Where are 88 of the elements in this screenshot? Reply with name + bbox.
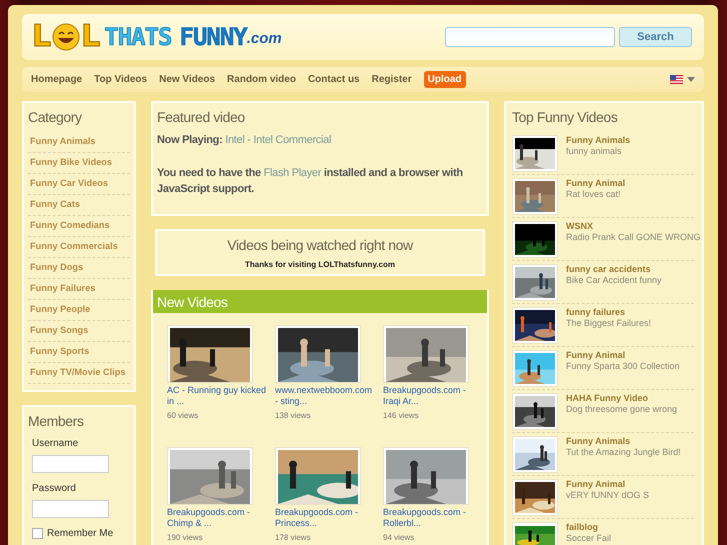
category-link[interactable]: Funny Animal (566, 178, 626, 189)
password-field[interactable] (32, 500, 109, 518)
nav-link[interactable]: Homepage (31, 72, 82, 87)
category-link[interactable]: Funny Comedians (28, 216, 130, 237)
logo-text: THATS (104, 25, 172, 49)
section-header: New Videos (153, 290, 487, 313)
video-title: vERY fUNNY dOG S (566, 490, 650, 501)
nav-link[interactable]: Contact us (308, 72, 360, 87)
view-count: 138 views (275, 410, 312, 422)
now-playing-text: Now Playing: Intel - Intel Commercial (157, 133, 332, 148)
field-label: Password (32, 482, 77, 496)
video-title: The Biggest Failures! (566, 318, 652, 329)
video-title[interactable]: Breakupgoods.com - Chimp & ... (167, 507, 267, 529)
flash-notice: You need to have the Flash Player installed and a browser with JavaScript support. (157, 166, 464, 196)
video-thumbnail[interactable] (512, 221, 558, 258)
video-title: Bike Car Accident funny (566, 275, 662, 286)
nav-link[interactable]: Random video (227, 72, 296, 87)
field-label: Username (32, 437, 80, 451)
video-title: Tut the Amazing Jungle Bird! (566, 447, 681, 458)
checkbox[interactable] (32, 528, 43, 539)
panel-title: Top Funny Videos (512, 108, 618, 127)
video-thumbnail[interactable] (512, 393, 558, 430)
category-link[interactable]: Funny Songs (28, 321, 130, 342)
category-link[interactable]: Funny TV/Movie Clips (28, 363, 130, 384)
logo-letter: L (81, 22, 100, 52)
video-title[interactable]: Breakupgoods.com - Princess... (275, 507, 375, 529)
flag-icon[interactable] (670, 75, 683, 84)
video-thumbnail[interactable] (512, 350, 558, 387)
nav-link[interactable]: Top Videos (94, 72, 148, 87)
smiley-icon (51, 22, 82, 52)
video-title: Dog threesome gone wrong (566, 404, 678, 415)
video-title: Radio Prank Call GONE WRONG (566, 232, 701, 243)
category-link[interactable]: Funny Cats (28, 195, 130, 216)
thanks-text: Thanks for visiting LOLThatsfunny.com (244, 259, 396, 271)
category-link[interactable]: Funny Animals (566, 135, 630, 146)
category-link[interactable]: funny car accidents (566, 264, 662, 275)
video-thumbnail[interactable] (512, 479, 558, 516)
logo-domain: .com (246, 30, 282, 48)
panel-title: Videos being watched right now (226, 236, 414, 255)
view-count: 94 views (383, 532, 416, 544)
category-link[interactable]: Funny Animals (28, 132, 130, 153)
video-title: Rat loves cat! (566, 189, 622, 200)
video-link[interactable]: Intel - Intel Commercial (225, 134, 332, 146)
category-link[interactable]: Funny Commercials (28, 237, 130, 258)
video-title: funny animals (566, 146, 623, 157)
category-link[interactable]: HAHA Funny Video (566, 393, 678, 404)
category-link[interactable]: Funny Animals (566, 436, 681, 447)
video-title[interactable]: www.nextwebboom.com - sting... (275, 385, 375, 407)
view-count: 146 views (383, 410, 420, 422)
upload-button[interactable]: Upload (424, 71, 466, 88)
video-title[interactable]: Breakupgoods.com - Iraqi Ar... (383, 385, 483, 407)
flash-player-link[interactable]: Flash Player (264, 166, 322, 178)
category-link[interactable]: Funny Dogs (28, 258, 130, 279)
category-link[interactable]: Funny Failures (28, 279, 130, 300)
category-link[interactable]: Funny Bike Videos (28, 153, 130, 174)
video-thumbnail[interactable] (512, 522, 558, 545)
video-thumbnail[interactable] (512, 264, 558, 301)
category-link[interactable]: Funny Sports (28, 342, 130, 363)
video-title[interactable]: Breakupgoods.com - Rollerbl... (383, 507, 483, 529)
video-title: Funny Sparta 300 Collection (566, 361, 680, 372)
video-thumbnail[interactable] (512, 135, 558, 172)
panel-title: Members (28, 412, 85, 431)
category-link[interactable]: Funny Animal (566, 479, 650, 490)
logo-letter: L (32, 22, 52, 52)
category-link[interactable]: failblog (566, 522, 612, 533)
search-field[interactable] (445, 27, 615, 47)
category-link[interactable]: funny failures (566, 307, 652, 318)
video-thumbnail[interactable] (512, 178, 558, 215)
checkbox-label: Remember Me (47, 527, 114, 541)
category-link[interactable]: WSNX (566, 221, 701, 232)
view-count: 60 views (167, 410, 200, 422)
search-button[interactable]: Search (619, 27, 692, 47)
video-thumbnail[interactable] (512, 307, 558, 344)
username-field[interactable] (32, 455, 109, 473)
category-link[interactable]: Funny People (28, 300, 130, 321)
panel-title: Featured video (157, 108, 246, 127)
panel-title: Category (28, 108, 83, 127)
view-count: 190 views (167, 532, 204, 544)
logo-text: FUNNY (180, 25, 247, 49)
video-title: Soccer Fail (566, 533, 612, 544)
video-thumbnail[interactable] (512, 436, 558, 473)
nav-link[interactable]: New Videos (159, 72, 216, 87)
view-count: 178 views (275, 532, 312, 544)
caret-icon[interactable] (687, 77, 695, 82)
video-title[interactable]: AC - Running guy kicked in ... (167, 385, 267, 407)
category-link[interactable]: Funny Animal (566, 350, 680, 361)
nav-link[interactable]: Register (372, 72, 412, 87)
category-link[interactable]: Funny Car Videos (28, 174, 130, 195)
